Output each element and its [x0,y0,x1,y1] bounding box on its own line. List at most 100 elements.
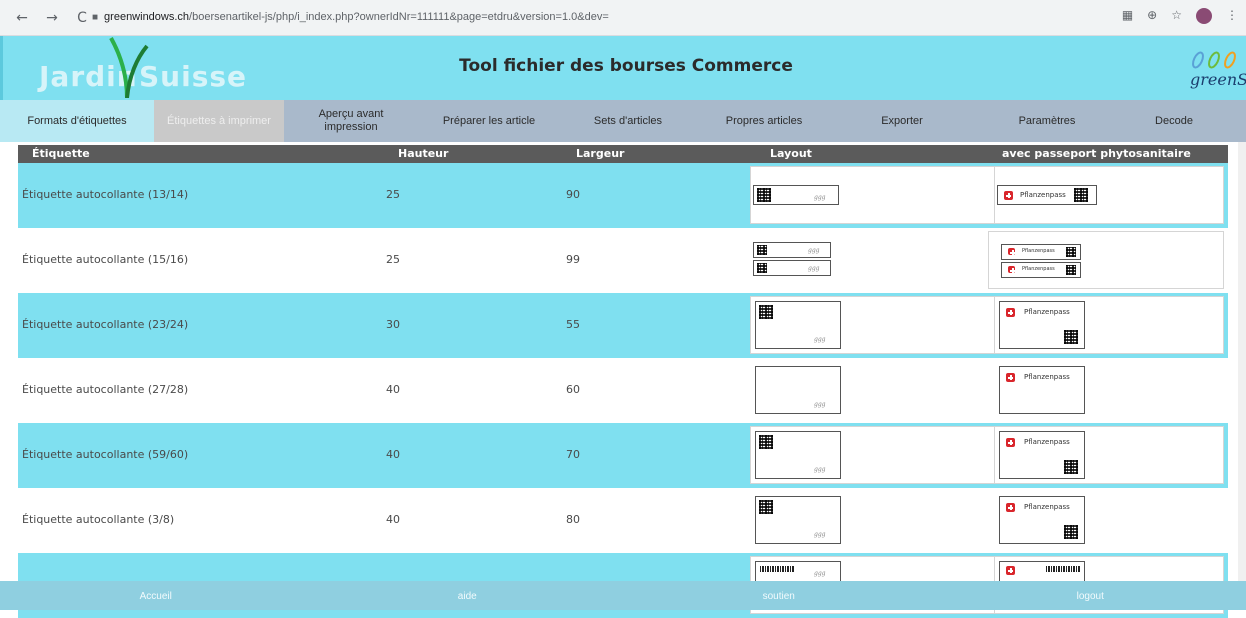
tab-etiquettes-a-imprimer[interactable]: Étiquettes à imprimer [154,100,284,142]
greensys-mini-logo: ggg [814,401,826,408]
cell-hauteur: 40 [386,448,400,461]
greensys-leaves-icon [1186,46,1246,70]
greensys-mini-logo: ggg [814,531,826,538]
cell-name: Étiquette autocollante (23/24) [22,318,188,331]
url-path: /boersenartikel-js/php/i_index.php?owner… [189,11,609,23]
tab-propres-articles[interactable]: Propres articles [696,100,832,142]
header-passeport: avec passeport phytosanitaire [1002,147,1191,160]
pflanzenpass-text: Pflanzenpass [1024,438,1070,446]
tab-sets-articles[interactable]: Sets d'articles [560,100,696,142]
qr-code-icon [757,245,767,255]
layout-preview[interactable]: ggg [750,361,1006,419]
table-row[interactable]: Étiquette autocollante (15/16) 25 99 ggg… [18,228,1228,293]
footer-link-soutien[interactable]: soutien [623,581,935,610]
tab-decode[interactable]: Decode [1122,100,1226,142]
label-sample: ggg [753,260,831,276]
menu-kebab-icon[interactable]: ⋮ [1226,8,1238,24]
cell-largeur: 99 [566,253,580,266]
swiss-flag-icon [1006,438,1015,447]
swiss-flag-icon [1006,308,1015,317]
label-sample: ggg [755,431,841,479]
label-sample: ggg [755,496,841,544]
address-bar[interactable]: ■ greenwindows.ch /boersenartikel-js/php… [92,6,609,28]
layout-preview[interactable]: ggg [750,166,1006,224]
lock-icon: ■ [92,12,98,23]
cell-hauteur: 40 [386,513,400,526]
pflanzenpass-text: Pflanzenpass [1024,373,1070,381]
cell-name: Étiquette autocollante (3/8) [22,513,174,526]
label-sample-passeport: Pflanzenpass [997,185,1097,205]
swiss-flag-icon [1006,566,1015,575]
layout-preview[interactable]: ggg [750,491,1006,549]
barcode-icon [760,566,794,572]
layout-preview[interactable]: ggg [750,296,1006,354]
table-row[interactable]: Étiquette autocollante (23/24) 30 55 ggg… [18,293,1228,358]
qr-code-icon [759,500,773,514]
greensys-mini-logo: ggg [814,570,826,577]
zoom-icon[interactable]: ⊕ [1147,8,1157,24]
cell-largeur: 90 [566,188,580,201]
cell-hauteur: 25 [386,188,400,201]
cell-hauteur: 25 [386,253,400,266]
header-etiquette: Étiquette [32,147,90,160]
bookmark-star-icon[interactable]: ☆ [1171,8,1182,24]
header-largeur: Largeur [576,147,624,160]
pflanzenpass-text: Pflanzenpass [1022,248,1055,254]
barcode-icon [1046,566,1080,572]
swiss-flag-icon [1004,191,1013,200]
greensys-logo: greenSys [1186,46,1246,92]
swiss-flag-icon [1008,248,1015,255]
footer-link-logout[interactable]: logout [935,581,1246,610]
label-sample-passeport: Pflanzenpass [1001,244,1081,260]
cell-name: Étiquette autocollante (15/16) [22,253,188,266]
back-arrow-icon[interactable]: ← [14,10,30,26]
label-sample-passeport: Pflanzenpass [999,301,1085,349]
qr-code-icon [1064,330,1078,344]
footer-link-aide[interactable]: aide [312,581,624,610]
header-layout: Layout [770,147,812,160]
pflanzenpass-text: Pflanzenpass [1020,191,1066,199]
footer-link-accueil[interactable]: Accueil [0,581,312,610]
layout-preview[interactable]: ggg ggg [750,231,840,289]
table-row[interactable]: Étiquette autocollante (13/14) 25 90 ggg… [18,163,1228,228]
reload-icon[interactable]: C [74,10,90,26]
browser-toolbar: ← → C ■ greenwindows.ch /boersenartikel-… [0,0,1246,36]
label-sample: ggg [755,366,841,414]
cell-hauteur: 30 [386,318,400,331]
label-sample: ggg [753,185,839,205]
translate-icon[interactable]: ▦ [1122,8,1133,24]
table-row[interactable]: Étiquette autocollante (27/28) 40 60 ggg… [18,358,1228,423]
qr-code-icon [759,305,773,319]
footer-nav: Accueil aide soutien logout [0,581,1246,610]
tab-exporter[interactable]: Exporter [832,100,972,142]
passeport-preview[interactable]: Pflanzenpass [994,491,1224,549]
tab-preparer-article[interactable]: Préparer les article [418,100,560,142]
tab-formats-etiquettes[interactable]: Formats d'étiquettes [0,100,154,142]
greensys-mini-logo: ggg [814,336,826,343]
greensys-mini-logo: ggg [808,247,820,254]
pflanzenpass-text: Pflanzenpass [1024,308,1070,316]
pflanzenpass-text: Pflanzenpass [1024,503,1070,511]
tab-parametres[interactable]: Paramètres [972,100,1122,142]
cell-largeur: 60 [566,383,580,396]
cell-largeur: 80 [566,513,580,526]
vertical-scrollbar[interactable] [1238,142,1246,581]
pflanzenpass-text: Pflanzenpass [1022,266,1055,272]
passeport-preview[interactable]: Pflanzenpass [994,166,1224,224]
page-title: Tool fichier des bourses Commerce [3,56,1246,76]
table-header: Étiquette Hauteur Largeur Layout avec pa… [18,145,1228,163]
label-sample-passeport: Pflanzenpass [999,366,1085,414]
passeport-preview[interactable]: Pflanzenpass [994,426,1224,484]
passeport-preview[interactable]: Pflanzenpass [994,361,1224,419]
label-formats-table: Étiquette Hauteur Largeur Layout avec pa… [18,145,1228,163]
table-row[interactable]: Étiquette autocollante (59/60) 40 70 ggg… [18,423,1228,488]
table-row[interactable]: Étiquette autocollante (3/8) 40 80 ggg P… [18,488,1228,553]
url-host: greenwindows.ch [104,11,189,23]
layout-preview[interactable]: ggg [750,426,1006,484]
label-sample: ggg [755,301,841,349]
forward-arrow-icon[interactable]: → [44,10,60,26]
passeport-preview[interactable]: Pflanzenpass [994,296,1224,354]
tab-apercu-impression[interactable]: Aperçu avant impression [284,100,418,142]
profile-avatar[interactable] [1196,8,1212,24]
passeport-preview[interactable]: Pflanzenpass Pflanzenpass [988,231,1224,289]
